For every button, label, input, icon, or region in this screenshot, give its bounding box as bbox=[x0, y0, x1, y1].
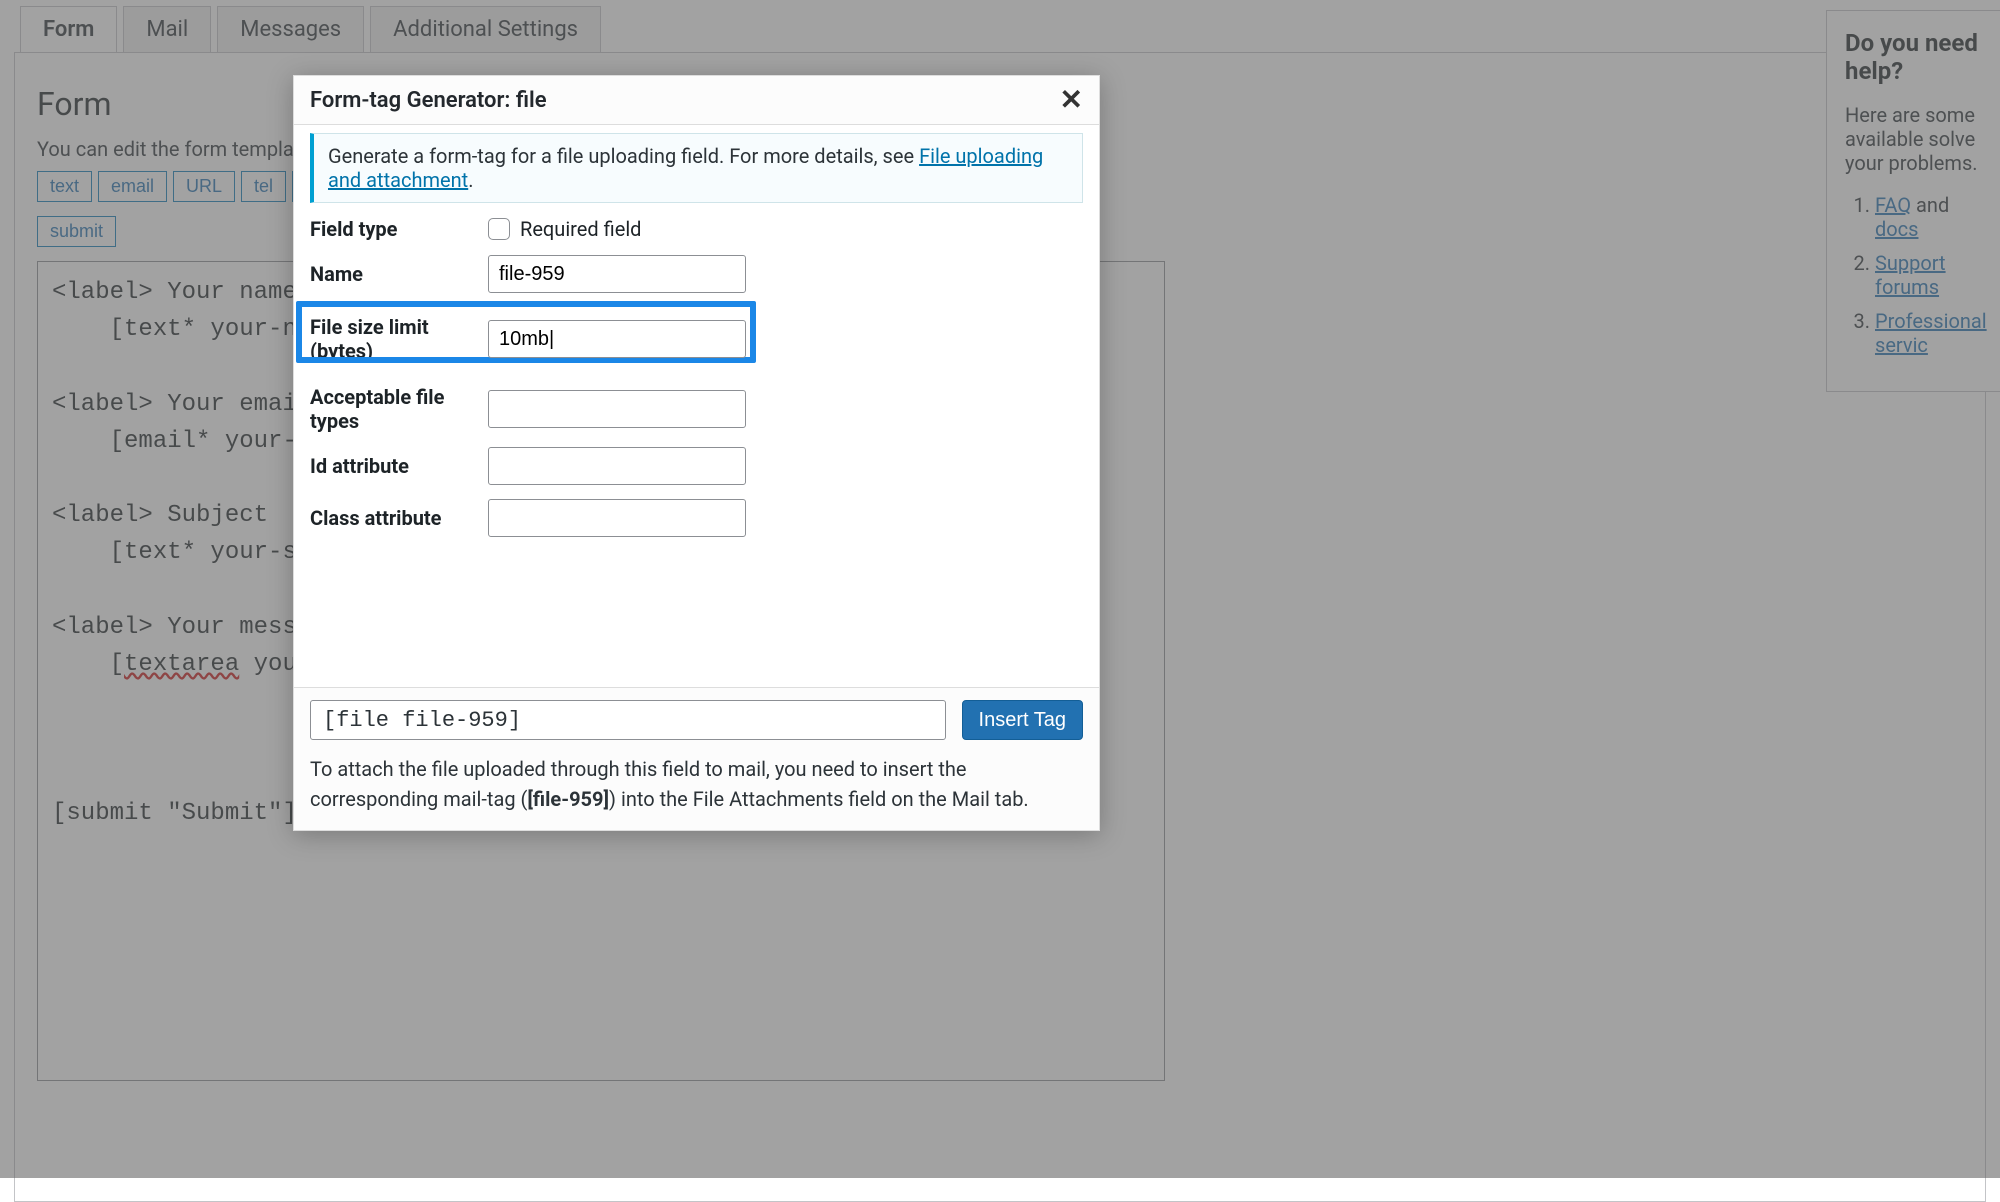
id-attr-input[interactable] bbox=[488, 447, 746, 485]
generated-tag-output[interactable] bbox=[310, 700, 946, 740]
class-attr-input[interactable] bbox=[488, 499, 746, 537]
label-id-attr: Id attribute bbox=[310, 454, 488, 478]
modal-spacer bbox=[310, 537, 1083, 677]
label-file-types: Acceptable file types bbox=[310, 385, 488, 433]
modal-title: Form-tag Generator: file bbox=[310, 88, 547, 113]
insert-tag-button[interactable]: Insert Tag bbox=[962, 700, 1083, 740]
label-class-attr: Class attribute bbox=[310, 506, 488, 530]
close-icon[interactable]: ✕ bbox=[1060, 86, 1083, 114]
file-types-input[interactable] bbox=[488, 390, 746, 428]
label-name: Name bbox=[310, 262, 488, 286]
label-field-type: Field type bbox=[310, 217, 488, 241]
ctrl-name bbox=[488, 255, 1083, 293]
footer-row: Insert Tag bbox=[310, 700, 1083, 740]
ctrl-required: Required field bbox=[488, 217, 1083, 241]
form-rows: Field type Required field Name File size… bbox=[310, 217, 1083, 537]
ctrl-id-attr bbox=[488, 447, 1083, 485]
name-input[interactable] bbox=[488, 255, 746, 293]
modal-header: Form-tag Generator: file ✕ bbox=[294, 76, 1099, 125]
info-callout: Generate a form-tag for a file uploading… bbox=[310, 133, 1083, 203]
footer-note: To attach the file uploaded through this… bbox=[310, 754, 1083, 814]
mail-tag-code: [file-959] bbox=[527, 787, 609, 811]
size-limit-input[interactable] bbox=[488, 320, 746, 358]
form-tag-generator-modal: Form-tag Generator: file ✕ Generate a fo… bbox=[293, 75, 1100, 831]
required-checkbox-label: Required field bbox=[520, 217, 641, 241]
required-checkbox[interactable] bbox=[488, 218, 510, 240]
label-size-limit: File size limit (bytes) bbox=[300, 307, 458, 371]
modal-body: Generate a form-tag for a file uploading… bbox=[294, 125, 1099, 687]
ctrl-size-limit bbox=[478, 312, 1053, 366]
modal-footer: Insert Tag To attach the file uploaded t… bbox=[294, 687, 1099, 830]
ctrl-class-attr bbox=[488, 499, 1083, 537]
ctrl-file-types bbox=[488, 390, 1083, 428]
